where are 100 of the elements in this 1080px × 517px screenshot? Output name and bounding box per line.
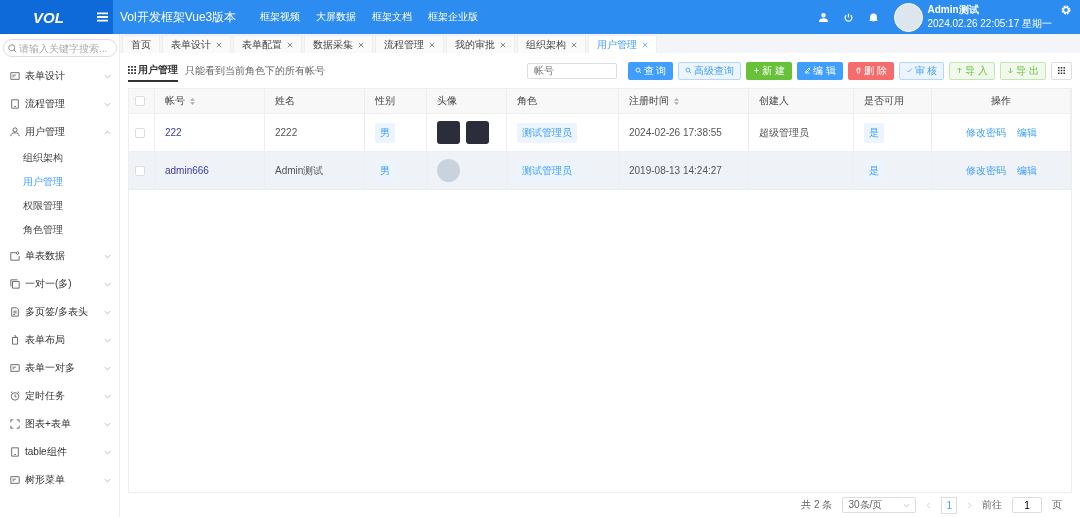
column-header: 创建人 <box>759 94 789 108</box>
menu-item-icon <box>10 251 20 261</box>
gender-tag: 男 <box>375 122 395 143</box>
close-icon[interactable] <box>358 41 364 48</box>
chevron-icon <box>104 477 111 483</box>
button-icon <box>956 67 964 74</box>
menu-item-icon <box>10 419 20 429</box>
sidebar-subitem[interactable]: 权限管理 <box>0 194 119 218</box>
user-icon[interactable] <box>819 12 829 22</box>
chevron-icon <box>104 309 111 315</box>
tab[interactable]: 数据采集 <box>304 35 373 53</box>
column-header: 是否可用 <box>864 94 904 108</box>
status-tag: 是 <box>864 160 884 181</box>
sidebar-item[interactable]: 表单布局 <box>0 326 119 354</box>
app-title: Vol开发框架Vue3版本 <box>120 8 237 26</box>
row-checkbox[interactable] <box>135 127 145 138</box>
chevron-icon <box>104 253 111 259</box>
sidebar-item[interactable]: 图表+表单 <box>0 410 119 438</box>
menu-item-icon <box>10 335 20 345</box>
close-icon[interactable] <box>571 41 577 48</box>
search-field[interactable]: 请输入关键字搜索... <box>3 39 117 57</box>
account-search-field[interactable]: 帐号 <box>526 62 617 79</box>
account-link[interactable]: admin666 <box>165 165 209 176</box>
sidebar-item[interactable]: 多页签/多表头 <box>0 298 119 326</box>
role-tag: 测试管理员 <box>517 122 577 143</box>
button-icon <box>804 67 812 74</box>
close-icon[interactable] <box>287 41 293 48</box>
chevron-icon <box>104 421 111 427</box>
sort-icon[interactable] <box>674 97 679 105</box>
column-header: 姓名 <box>275 94 295 108</box>
sidebar-item[interactable]: table组件 <box>0 438 119 466</box>
tab[interactable]: 表单设计 <box>162 35 231 53</box>
chevron-icon <box>104 73 111 79</box>
column-settings-button[interactable] <box>1051 61 1072 80</box>
menu-icon[interactable] <box>97 12 108 22</box>
logo: VOL <box>0 0 113 34</box>
total-count: 共 2 条 <box>801 498 833 512</box>
column-header: 角色 <box>517 94 537 108</box>
row-checkbox[interactable] <box>135 165 145 176</box>
tab[interactable]: 我的审批 <box>446 35 515 53</box>
tab[interactable]: 表单配置 <box>233 35 302 53</box>
button-icon <box>753 67 761 74</box>
chevron-icon <box>903 502 911 508</box>
close-icon[interactable] <box>429 41 435 48</box>
button-icon <box>685 67 693 74</box>
grid-icon <box>128 65 136 74</box>
bell-icon[interactable] <box>869 12 879 22</box>
menu-item-icon <box>10 307 20 317</box>
account-link[interactable]: 222 <box>165 127 182 138</box>
tab[interactable]: 组织架构 <box>517 35 586 53</box>
chevron-icon <box>104 393 111 399</box>
sidebar-item[interactable]: 表单一对多 <box>0 354 119 382</box>
menu-item-icon <box>10 99 20 109</box>
sidebar-item[interactable]: 用户管理 <box>0 118 119 146</box>
sidebar-item[interactable]: 表单设计 <box>0 62 119 90</box>
table-cell: 2019-08-13 14:24:27 <box>629 165 722 176</box>
close-icon[interactable] <box>500 41 506 48</box>
table-cell: 超级管理员 <box>759 125 809 140</box>
close-icon[interactable] <box>642 41 648 48</box>
chevron-icon <box>104 129 111 135</box>
tab[interactable]: 首页 <box>122 35 160 53</box>
settings-icon[interactable] <box>1060 4 1072 16</box>
chevron-icon <box>104 101 111 107</box>
sort-icon[interactable] <box>190 97 195 105</box>
grid-icon <box>1058 67 1065 74</box>
tab[interactable]: 流程管理 <box>375 35 444 53</box>
page-input[interactable]: 1 <box>1012 497 1042 513</box>
sidebar-item[interactable]: 流程管理 <box>0 90 119 118</box>
sidebar-item[interactable]: 单表数据 <box>0 242 119 270</box>
sidebar-item[interactable]: 一对一(多) <box>0 270 119 298</box>
sidebar-item[interactable]: 定时任务 <box>0 382 119 410</box>
role-tag: 测试管理员 <box>517 160 577 181</box>
button-icon <box>854 67 862 74</box>
page-size-select[interactable]: 30条/页 <box>842 497 917 513</box>
column-header: 性别 <box>375 94 395 108</box>
button-icon <box>1007 67 1015 74</box>
date-time: 2024.02.26 22:05:17 星期一 <box>927 17 1052 31</box>
user-name: Admin测试 <box>927 3 980 17</box>
menu-item-icon <box>10 447 20 457</box>
sidebar-subitem[interactable]: 组织架构 <box>0 146 119 170</box>
section-description: 只能看到当前角色下的所有帐号 <box>185 63 325 78</box>
chevron-icon <box>104 281 111 287</box>
sidebar-subitem[interactable]: 角色管理 <box>0 218 119 242</box>
menu-item-icon <box>10 71 20 81</box>
close-icon[interactable] <box>216 41 222 48</box>
avatar-image-placeholder[interactable] <box>466 121 489 144</box>
avatar-image-placeholder[interactable] <box>437 121 460 144</box>
sidebar-item[interactable]: 树形菜单 <box>0 466 119 494</box>
table-cell: 2024-02-26 17:38:55 <box>629 127 722 138</box>
chevron-icon <box>104 337 111 343</box>
menu-item-icon <box>10 391 20 401</box>
column-header: 帐号 <box>165 94 185 108</box>
table-cell: Admin测试 <box>275 163 324 178</box>
menu-item-icon <box>10 279 20 289</box>
select-all-checkbox[interactable] <box>135 96 145 106</box>
menu-item-icon <box>10 475 20 485</box>
avatar[interactable] <box>894 2 924 32</box>
power-icon[interactable] <box>844 12 854 22</box>
button-icon <box>905 67 913 74</box>
column-header: 注册时间 <box>629 94 669 108</box>
